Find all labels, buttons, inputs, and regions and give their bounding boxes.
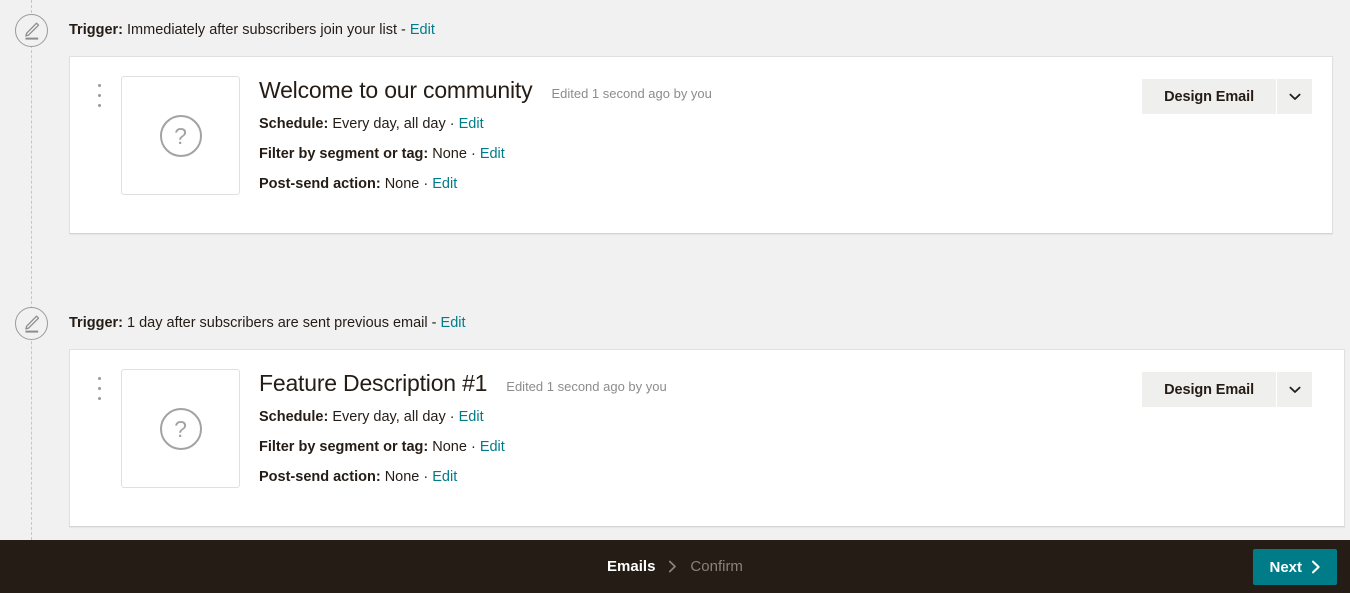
edit-pencil-icon[interactable] (15, 307, 48, 340)
meta-separator: · (449, 116, 455, 132)
trigger-value: Immediately after subscribers join your … (127, 22, 397, 38)
email-card: ? Feature Description #1 Edited 1 second… (69, 349, 1345, 527)
meta-separator: · (470, 439, 476, 455)
email-title-row: Welcome to our community Edited 1 second… (259, 75, 1132, 105)
meta-edit-link[interactable]: Edit (459, 116, 484, 132)
meta-label: Filter by segment or tag: (259, 439, 429, 455)
edit-pencil-icon[interactable] (15, 14, 48, 47)
email-meta-schedule: Schedule: Every day, all day · Edit (259, 109, 1132, 139)
chevron-down-icon (1289, 93, 1301, 101)
email-meta-filter: Filter by segment or tag: None · Edit (259, 139, 1132, 169)
trigger-edit-link[interactable]: Edit (441, 315, 466, 331)
kebab-menu-icon[interactable] (95, 377, 103, 407)
trigger-summary: Trigger: 1 day after subscribers are sen… (69, 313, 466, 333)
meta-edit-link[interactable]: Edit (432, 469, 457, 485)
trigger-label: Trigger: (69, 22, 123, 38)
meta-separator: · (423, 176, 429, 192)
breadcrumb-step-confirm: Confirm (690, 558, 743, 575)
meta-label: Filter by segment or tag: (259, 146, 429, 162)
next-button[interactable]: Next (1253, 549, 1337, 585)
meta-separator: · (470, 146, 476, 162)
meta-value: None (384, 469, 420, 485)
meta-value: Every day, all day (332, 116, 446, 132)
meta-edit-link[interactable]: Edit (480, 439, 505, 455)
email-card-body: Welcome to our community Edited 1 second… (259, 75, 1132, 199)
email-edited-status: Edited 1 second ago by you (506, 379, 667, 394)
automation-workflow-canvas: Trigger: Immediately after subscribers j… (0, 0, 1350, 540)
meta-edit-link[interactable]: Edit (432, 176, 457, 192)
meta-label: Post-send action: (259, 469, 381, 485)
trigger-separator: - (431, 315, 437, 331)
design-email-button-group: Design Email (1142, 79, 1312, 114)
breadcrumb-step-emails[interactable]: Emails (607, 558, 655, 575)
trigger-label: Trigger: (69, 315, 123, 331)
email-meta-postsend: Post-send action: None · Edit (259, 169, 1132, 199)
question-mark-placeholder-icon: ? (159, 114, 202, 157)
email-title: Feature Description #1 (259, 370, 488, 396)
design-email-button[interactable]: Design Email (1142, 79, 1276, 114)
email-edited-status: Edited 1 second ago by you (551, 86, 712, 101)
trigger-value: 1 day after subscribers are sent previou… (127, 315, 428, 331)
wizard-footer-bar: Emails Confirm Next (0, 540, 1350, 593)
chevron-down-icon (1289, 386, 1301, 394)
email-thumbnail[interactable]: ? (121, 76, 240, 195)
meta-value: Every day, all day (332, 409, 446, 425)
meta-label: Schedule: (259, 409, 329, 425)
meta-separator: · (423, 469, 429, 485)
trigger-separator: - (401, 22, 406, 38)
meta-edit-link[interactable]: Edit (480, 146, 505, 162)
trigger-summary: Trigger: Immediately after subscribers j… (69, 20, 435, 40)
workflow-connector-line (31, 0, 32, 540)
email-card: ? Welcome to our community Edited 1 seco… (69, 56, 1333, 234)
meta-value: None (384, 176, 420, 192)
meta-separator: · (449, 409, 455, 425)
design-email-button-group: Design Email (1142, 372, 1312, 407)
design-email-dropdown-button[interactable] (1276, 79, 1312, 114)
chevron-right-icon (1311, 560, 1321, 574)
meta-edit-link[interactable]: Edit (459, 409, 484, 425)
email-thumbnail[interactable]: ? (121, 369, 240, 488)
meta-label: Schedule: (259, 116, 329, 132)
kebab-menu-icon[interactable] (95, 84, 103, 114)
chevron-right-icon (668, 560, 677, 573)
meta-value: None (432, 146, 467, 162)
trigger-edit-link[interactable]: Edit (410, 22, 435, 38)
question-mark-placeholder-icon: ? (159, 407, 202, 450)
breadcrumb: Emails Confirm (607, 558, 743, 575)
email-meta-filter: Filter by segment or tag: None · Edit (259, 432, 1144, 462)
design-email-button[interactable]: Design Email (1142, 372, 1276, 407)
email-title: Welcome to our community (259, 77, 533, 103)
next-button-label: Next (1269, 558, 1302, 576)
email-card-body: Feature Description #1 Edited 1 second a… (259, 368, 1144, 492)
email-meta-postsend: Post-send action: None · Edit (259, 462, 1144, 492)
meta-label: Post-send action: (259, 176, 381, 192)
email-title-row: Feature Description #1 Edited 1 second a… (259, 368, 1144, 398)
design-email-dropdown-button[interactable] (1276, 372, 1312, 407)
email-meta-schedule: Schedule: Every day, all day · Edit (259, 402, 1144, 432)
meta-value: None (432, 439, 467, 455)
